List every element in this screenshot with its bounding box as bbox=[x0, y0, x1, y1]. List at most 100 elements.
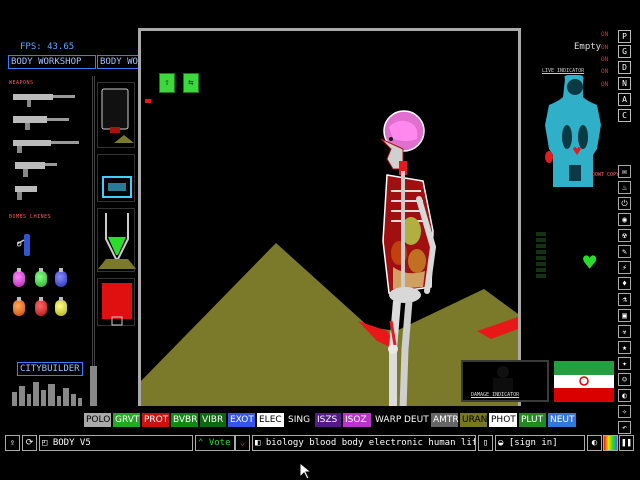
tool-button-8-icon[interactable]: ♦ bbox=[618, 277, 631, 290]
save-title-field[interactable]: ◰ BODY V5 bbox=[39, 435, 193, 451]
weapons-label: WEAPONS bbox=[9, 80, 34, 86]
spawn-up-button[interactable]: ⇧ bbox=[159, 73, 175, 93]
element-amtr-button[interactable]: AMTR bbox=[431, 413, 459, 427]
shotgun-icon[interactable] bbox=[13, 140, 79, 153]
grenade-green-icon[interactable] bbox=[35, 268, 47, 287]
sign-in-label: [sign in] bbox=[508, 438, 558, 448]
pistol-icon[interactable] bbox=[15, 186, 37, 200]
health-bars bbox=[536, 232, 548, 292]
tool-button-2-icon[interactable]: ♨ bbox=[618, 181, 631, 194]
save-icon: ◰ bbox=[42, 438, 53, 448]
tool-button-17-icon[interactable]: ↶ bbox=[618, 421, 631, 434]
tool-button-6-icon[interactable]: ✎ bbox=[618, 245, 631, 258]
grenade-blue-icon[interactable] bbox=[55, 268, 67, 287]
on-indicator-4[interactable]: ON bbox=[601, 68, 608, 75]
item-thumbnails bbox=[94, 76, 138, 402]
damage-indicator-label: DAMAGE INDICATOR bbox=[471, 392, 520, 398]
tags-text: biology blood body electronic human life… bbox=[265, 438, 476, 448]
element-iszs-button[interactable]: ISZS bbox=[315, 413, 341, 427]
vote-up-button[interactable]: ⌃ Vote bbox=[195, 435, 235, 451]
tool-button-15-icon[interactable]: ◐ bbox=[618, 389, 631, 402]
game-viewport[interactable]: ⇧ ⇆ bbox=[138, 28, 521, 406]
live-indicator-caption: DOWT COPY bbox=[592, 172, 620, 178]
assault-rifle-icon[interactable] bbox=[13, 94, 75, 107]
vote-label: Vote bbox=[208, 438, 231, 448]
sign-in-button[interactable]: ◒ [sign in] bbox=[495, 435, 585, 451]
letter-button-p[interactable]: P bbox=[618, 30, 631, 43]
tool-button-4-icon[interactable]: ◉ bbox=[618, 213, 631, 226]
element-prot-button[interactable]: PROT bbox=[142, 413, 169, 427]
element-exot-button[interactable]: EXOT bbox=[228, 413, 255, 427]
red-box-item[interactable] bbox=[97, 278, 135, 326]
tool-button-11-icon[interactable]: ☣ bbox=[618, 325, 631, 338]
on-indicator-2[interactable]: ON bbox=[601, 44, 608, 51]
display-mode-icon[interactable] bbox=[603, 435, 618, 451]
tool-button-13-icon[interactable]: ✦ bbox=[618, 357, 631, 370]
grenade-yellow-icon[interactable] bbox=[55, 297, 67, 316]
reload-icon[interactable]: ⟳ bbox=[22, 435, 37, 451]
detonator-icon[interactable] bbox=[17, 232, 33, 258]
tool-button-12-icon[interactable]: ★ bbox=[618, 341, 631, 354]
empty-slot-label: Empty bbox=[574, 42, 602, 52]
tool-button-7-icon[interactable]: ⚡ bbox=[618, 261, 631, 274]
element-vibr-button[interactable]: VIBR bbox=[200, 413, 226, 427]
element-neut-button[interactable]: NEUT bbox=[548, 413, 576, 427]
live-indicator-label: LIVE INDICATOR bbox=[542, 68, 585, 74]
tool-button-1-icon[interactable]: ✉ bbox=[618, 165, 631, 178]
bombs-label: BOMBS LHINES bbox=[9, 214, 52, 220]
iran-flag-icon[interactable] bbox=[554, 361, 614, 402]
save-title: BODY V5 bbox=[52, 438, 91, 448]
citybuilder-button[interactable]: CITYBUILDER bbox=[17, 362, 83, 376]
blood-drop bbox=[145, 99, 151, 103]
tool-button-5-icon[interactable]: ☢ bbox=[618, 229, 631, 242]
letter-button-d[interactable]: D bbox=[618, 61, 631, 74]
letter-button-n[interactable]: N bbox=[618, 77, 631, 90]
tags-field[interactable]: ◧ biology blood body electronic human li… bbox=[252, 435, 476, 451]
element-elec-button[interactable]: ELEC bbox=[257, 413, 284, 427]
letter-button-g[interactable]: G bbox=[618, 45, 631, 58]
element-bvbr-button[interactable]: BVBR bbox=[171, 413, 198, 427]
on-indicator-1[interactable]: ON bbox=[601, 31, 608, 38]
element-polo-button[interactable]: POLO bbox=[84, 413, 111, 427]
element-grvt-button[interactable]: GRVT bbox=[113, 413, 140, 427]
grenade-red-icon[interactable] bbox=[35, 297, 47, 316]
tool-button-3-icon[interactable]: ⏻ bbox=[618, 197, 631, 210]
fps-counter: FPS: 43.65 bbox=[20, 42, 75, 52]
tool-button-16-icon[interactable]: ✧ bbox=[618, 405, 631, 418]
element-warp-button[interactable]: WARP bbox=[373, 413, 401, 427]
clear-icon[interactable]: ◐ bbox=[587, 435, 602, 451]
element-deut-button[interactable]: DEUT bbox=[402, 413, 429, 427]
mouse-cursor-icon bbox=[299, 462, 313, 480]
health-heart-icon: ♥ bbox=[583, 251, 597, 276]
smg-icon[interactable] bbox=[15, 162, 57, 177]
report-icon[interactable]: ▯ bbox=[478, 435, 493, 451]
tag-icon: ◧ bbox=[255, 438, 266, 448]
thumb-up-icon: ⌃ bbox=[198, 438, 209, 448]
user-icon: ◒ bbox=[498, 438, 509, 448]
body-workshop-button[interactable]: BODY WORKSHOP bbox=[8, 55, 96, 69]
tool-button-14-icon[interactable]: ☺ bbox=[618, 373, 631, 386]
tool-button-9-icon[interactable]: ⚗ bbox=[618, 293, 631, 306]
grenade-magenta-icon[interactable] bbox=[13, 268, 25, 287]
letter-button-c[interactable]: C bbox=[618, 109, 631, 122]
open-save-icon[interactable]: ⇪ bbox=[5, 435, 20, 451]
device-item[interactable] bbox=[97, 154, 135, 202]
swap-button[interactable]: ⇆ bbox=[183, 73, 199, 93]
element-phot-button[interactable]: PHOT bbox=[489, 413, 517, 427]
tool-button-10-icon[interactable]: ▣ bbox=[618, 309, 631, 322]
weapons-panel: WEAPONS BOMBS LHINES bbox=[5, 76, 93, 402]
rifle-icon[interactable] bbox=[13, 116, 69, 130]
phone-item[interactable] bbox=[97, 82, 135, 148]
element-isoz-button[interactable]: ISOZ bbox=[343, 413, 371, 427]
bottom-bar: ⇪ ⟳ ◰ BODY V5 ⌃ Vote ⌄ ◧ biology blood b… bbox=[5, 435, 635, 451]
vote-down-icon[interactable]: ⌄ bbox=[235, 435, 250, 451]
on-indicator-3[interactable]: ON bbox=[601, 56, 608, 63]
funnel-item[interactable] bbox=[97, 208, 136, 272]
element-sing-button[interactable]: SING bbox=[286, 413, 313, 427]
grenade-orange-icon[interactable] bbox=[13, 297, 25, 316]
city-skyline-icon bbox=[12, 366, 100, 406]
letter-button-a[interactable]: A bbox=[618, 93, 631, 106]
element-plut-button[interactable]: PLUT bbox=[519, 413, 546, 427]
pause-icon[interactable]: ❚❚ bbox=[619, 435, 634, 451]
element-uran-button[interactable]: URAN bbox=[460, 413, 487, 427]
